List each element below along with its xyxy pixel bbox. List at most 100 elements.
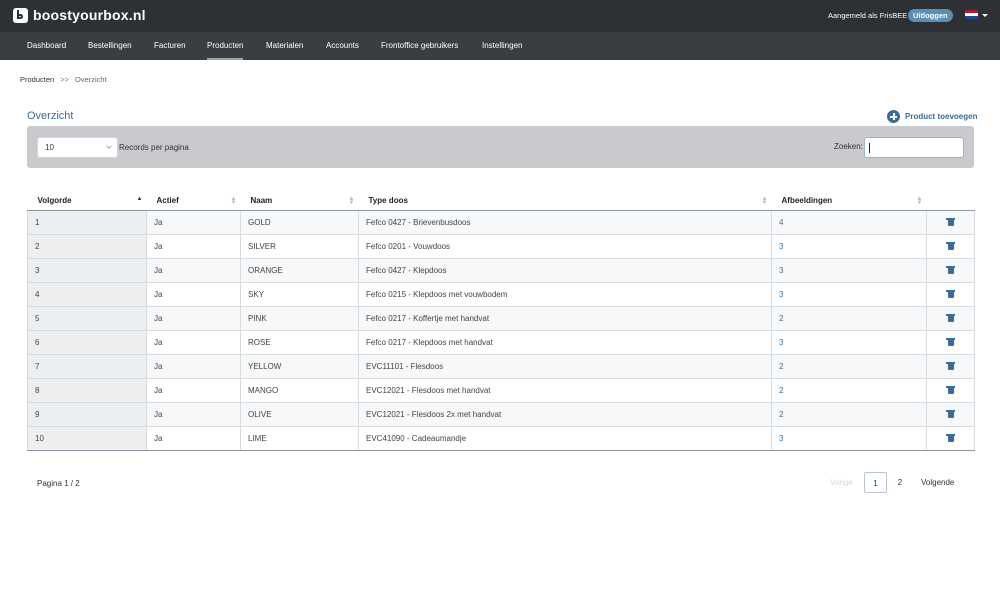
cell-type-doos: EVC11101 - Flesdoos bbox=[358, 354, 772, 379]
table-row[interactable]: 7 Ja YELLOW EVC11101 - Flesdoos 2 bbox=[27, 354, 975, 379]
col-header-label: Afbeeldingen bbox=[781, 196, 833, 206]
cell-actief: Ja bbox=[146, 378, 241, 403]
delete-cell bbox=[926, 210, 975, 235]
cell-volgorde: 5 bbox=[27, 306, 147, 331]
table-row[interactable]: 4 Ja SKY Fefco 0215 - Klepdoos met vouwbode… bbox=[27, 282, 975, 307]
nav-item-accounts[interactable]: Accounts bbox=[326, 32, 359, 60]
trash-icon[interactable] bbox=[946, 386, 955, 395]
breadcrumb-separator: >> bbox=[60, 75, 69, 84]
chevron-down-icon bbox=[106, 143, 112, 149]
col-header-naam[interactable]: Naam ▲ ▼ bbox=[240, 192, 359, 211]
col-header-label: Actief bbox=[156, 196, 179, 206]
delete-cell bbox=[926, 354, 975, 379]
nav-item-materialen[interactable]: Materialen bbox=[266, 32, 303, 60]
trash-icon[interactable] bbox=[946, 410, 955, 419]
top-bar: boostyourbox.nl Aangemeld als FrisBEE Ui… bbox=[0, 0, 1000, 32]
cell-naam: ORANGE bbox=[240, 258, 359, 283]
table-row[interactable]: 5 Ja PINK Fefco 0217 - Koffertje met handva… bbox=[27, 306, 975, 331]
cell-volgorde: 6 bbox=[27, 330, 147, 355]
add-product-button[interactable]: Product toevoegen bbox=[887, 110, 977, 123]
col-header-actions bbox=[926, 192, 975, 211]
cell-naam: OLIVE bbox=[240, 402, 359, 427]
search-input[interactable] bbox=[864, 137, 964, 158]
cell-actief: Ja bbox=[146, 330, 241, 355]
cell-afbeeldingen[interactable]: 3 bbox=[771, 282, 927, 307]
cell-naam: MANGO bbox=[240, 378, 359, 403]
breadcrumb: Producten >> Overzicht bbox=[20, 75, 107, 84]
page-button-2[interactable]: 2 bbox=[893, 472, 907, 493]
table-row[interactable]: 2 Ja SILVER Fefco 0201 - Vouwdoos 3 bbox=[27, 234, 975, 259]
cell-actief: Ja bbox=[146, 402, 241, 427]
table-row[interactable]: 9 Ja OLIVE EVC12021 - Flesdoos 2x met handv… bbox=[27, 402, 975, 427]
breadcrumb-current: Overzicht bbox=[74, 75, 107, 84]
delete-cell bbox=[926, 426, 975, 451]
cell-type-doos: EVC41090 - Cadeaumandje bbox=[358, 426, 772, 451]
cell-actief: Ja bbox=[146, 306, 241, 331]
dutch-flag-icon[interactable] bbox=[965, 10, 978, 19]
nav-item-dashboard[interactable]: Dashboard bbox=[27, 32, 66, 60]
trash-icon[interactable] bbox=[946, 266, 955, 275]
cell-afbeeldingen[interactable]: 2 bbox=[771, 354, 927, 379]
cell-volgorde: 8 bbox=[27, 378, 147, 403]
cell-type-doos: EVC12021 - Flesdoos 2x met handvat bbox=[358, 402, 772, 427]
trash-icon[interactable] bbox=[946, 434, 955, 443]
page-size-select[interactable]: 10 bbox=[37, 137, 118, 158]
trash-icon[interactable] bbox=[946, 362, 955, 371]
trash-icon[interactable] bbox=[946, 338, 955, 347]
page-button-1[interactable]: 1 bbox=[864, 472, 887, 493]
chevron-down-icon[interactable] bbox=[982, 14, 988, 17]
trash-icon[interactable] bbox=[946, 290, 955, 299]
add-product-label: Product toevoegen bbox=[905, 112, 978, 121]
delete-cell bbox=[926, 402, 975, 427]
logout-button[interactable]: Uitloggen bbox=[908, 9, 953, 22]
nav-item-facturen[interactable]: Facturen bbox=[154, 32, 186, 60]
cell-afbeeldingen[interactable]: 3 bbox=[771, 330, 927, 355]
filter-bar: 10 Records per pagina Zoeken: bbox=[27, 126, 974, 168]
cell-afbeeldingen[interactable]: 2 bbox=[771, 402, 927, 427]
nav-item-producten[interactable]: Producten bbox=[207, 32, 244, 60]
trash-icon[interactable] bbox=[946, 218, 955, 227]
cell-volgorde: 9 bbox=[27, 402, 147, 427]
sort-icon: ▲ ▼ bbox=[916, 196, 923, 206]
cell-actief: Ja bbox=[146, 282, 241, 307]
cell-type-doos: Fefco 0427 - Brievenbusdoos bbox=[358, 210, 772, 235]
sort-icon: ▲ ▼ bbox=[230, 196, 237, 206]
nav-item-instellingen[interactable]: Instellingen bbox=[482, 32, 522, 60]
cell-actief: Ja bbox=[146, 210, 241, 235]
cell-volgorde: 1 bbox=[27, 210, 147, 235]
cell-naam: YELLOW bbox=[240, 354, 359, 379]
cell-afbeeldingen[interactable]: 3 bbox=[771, 258, 927, 283]
trash-icon[interactable] bbox=[946, 314, 955, 323]
table-row[interactable]: 3 Ja ORANGE Fefco 0427 - Klepdoos 3 bbox=[27, 258, 975, 283]
text-cursor bbox=[869, 143, 870, 153]
col-header-volgorde[interactable]: Volgorde ▲ bbox=[27, 192, 147, 211]
table-row[interactable]: 8 Ja MANGO EVC12021 - Flesdoos met handvat 2 bbox=[27, 378, 975, 403]
cell-afbeeldingen[interactable]: 3 bbox=[771, 234, 927, 259]
cell-volgorde: 2 bbox=[27, 234, 147, 259]
table-row[interactable]: 10 Ja LIME EVC41090 - Cadeaumandje 3 bbox=[27, 426, 975, 451]
breadcrumb-root[interactable]: Producten bbox=[20, 75, 54, 84]
cell-afbeeldingen[interactable]: 3 bbox=[771, 426, 927, 451]
trash-icon[interactable] bbox=[946, 242, 955, 251]
nav-item-frontoffice-gebruikers[interactable]: Frontoffice gebruikers bbox=[381, 32, 458, 60]
table-row[interactable]: 6 Ja ROSE Fefco 0217 - Klepdoos met handvat… bbox=[27, 330, 975, 355]
col-header-actief[interactable]: Actief ▲ ▼ bbox=[146, 192, 241, 211]
nav-item-bestellingen[interactable]: Bestellingen bbox=[88, 32, 132, 60]
cell-afbeeldingen[interactable]: 2 bbox=[771, 306, 927, 331]
col-header-label: Type doos bbox=[368, 196, 408, 206]
pagination-info: Pagina 1 / 2 bbox=[37, 479, 80, 488]
cell-naam: ROSE bbox=[240, 330, 359, 355]
cell-type-doos: Fefco 0215 - Klepdoos met vouwbodem bbox=[358, 282, 772, 307]
table-row[interactable]: 1 Ja GOLD Fefco 0427 - Brievenbusdoos 4 bbox=[27, 210, 975, 235]
col-header-type-doos[interactable]: Type doos ▲ ▼ bbox=[358, 192, 772, 211]
logo[interactable]: boostyourbox.nl bbox=[13, 6, 146, 24]
col-header-label: Volgorde bbox=[37, 196, 72, 206]
cell-afbeeldingen[interactable]: 2 bbox=[771, 378, 927, 403]
next-page-button[interactable]: Volgende bbox=[921, 478, 954, 487]
delete-cell bbox=[926, 306, 975, 331]
cell-afbeeldingen[interactable]: 4 bbox=[771, 210, 927, 235]
cell-actief: Ja bbox=[146, 426, 241, 451]
sort-icon: ▲ ▼ bbox=[761, 196, 768, 206]
col-header-afbeeldingen[interactable]: Afbeeldingen ▲ ▼ bbox=[771, 192, 927, 211]
cell-type-doos: Fefco 0217 - Klepdoos met handvat bbox=[358, 330, 772, 355]
